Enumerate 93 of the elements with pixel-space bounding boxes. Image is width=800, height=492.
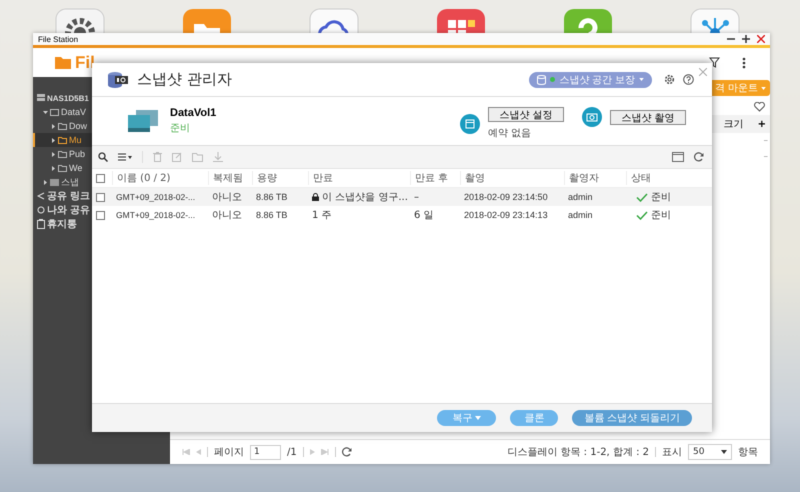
maximize-icon[interactable] bbox=[742, 35, 750, 43]
table-cell-text: 1 주 bbox=[312, 209, 332, 222]
settings-icon[interactable] bbox=[664, 74, 675, 85]
table-row[interactable]: GMT+09_2018-02-... 아니오 8.86 TB 1 주 6 일 2018-02-09 23:14:13 admin 준비 bbox=[92, 206, 712, 224]
database-icon bbox=[537, 74, 546, 84]
window-icon[interactable] bbox=[672, 152, 684, 162]
tree-item[interactable]: 스냅 bbox=[61, 176, 79, 188]
heart-icon[interactable] bbox=[754, 102, 765, 112]
show-label: 표시 bbox=[662, 446, 682, 459]
add-column-button[interactable]: + bbox=[758, 118, 766, 130]
window-title: File Station bbox=[38, 34, 78, 44]
column-header[interactable]: 용량 bbox=[257, 171, 277, 185]
column-header[interactable]: 이름 (0 / 2) bbox=[117, 171, 170, 185]
display-range: 디스플레이 항목 : 1-2, 합계 : 2 bbox=[507, 446, 649, 459]
table-cell: admin bbox=[568, 192, 593, 202]
table-cell: 8.86 TB bbox=[256, 192, 288, 202]
more-icon[interactable] bbox=[742, 56, 746, 68]
dialog-title: 스냅샷 관리자 bbox=[137, 70, 232, 89]
table-cell-text: 아니오 bbox=[212, 209, 242, 222]
tree-item[interactable]: Dow bbox=[69, 121, 88, 131]
sidebar-item[interactable]: 휴지통 bbox=[47, 217, 77, 231]
tree-item[interactable]: Mu bbox=[69, 135, 82, 145]
table-cell-text: 준비 bbox=[651, 191, 671, 204]
column-header[interactable]: 복제됨 bbox=[213, 171, 243, 185]
refresh-icon[interactable] bbox=[694, 152, 704, 162]
table-cell-text: 이 스냅샷을 영구... bbox=[322, 191, 408, 204]
table-cell: – bbox=[764, 152, 768, 162]
tree-item[interactable]: DataV bbox=[61, 107, 86, 117]
trash-icon bbox=[37, 219, 45, 229]
tree-item[interactable]: Pub bbox=[69, 149, 86, 159]
column-label[interactable]: 크기 bbox=[724, 117, 744, 131]
row-checkbox[interactable] bbox=[96, 192, 105, 202]
search-icon[interactable] bbox=[98, 152, 108, 162]
caret-icon bbox=[475, 416, 482, 420]
column-header[interactable]: 촬영자 bbox=[569, 171, 599, 185]
table-row[interactable]: GMT+09_2018-02-... 아니오 8.86 TB 이 스냅샷을 영구... – 2018-02-09 23:14:50 admin 준비 bbox=[92, 188, 712, 206]
caret-icon bbox=[721, 450, 727, 454]
table-cell: 2018-02-09 23:14:50 bbox=[464, 192, 548, 202]
row-checkbox[interactable] bbox=[96, 210, 105, 220]
column-header[interactable]: 촬영 bbox=[465, 171, 485, 185]
check-icon bbox=[636, 210, 648, 220]
server-icon bbox=[37, 94, 45, 102]
list-menu-icon[interactable] bbox=[118, 153, 132, 161]
table-cell: – bbox=[764, 136, 768, 146]
schedule-note: 예약 없음 bbox=[488, 127, 532, 140]
folder-icon bbox=[55, 56, 71, 69]
help-icon[interactable] bbox=[683, 74, 694, 85]
caret-icon bbox=[761, 86, 766, 90]
check-icon bbox=[636, 192, 648, 202]
table-cell-text: 6 일 bbox=[414, 209, 434, 222]
table-cell-text: 준비 bbox=[651, 209, 671, 222]
page-label: 페이지 bbox=[214, 446, 244, 459]
drives-icon bbox=[126, 108, 160, 134]
calendar-icon[interactable] bbox=[460, 114, 480, 134]
caret-icon bbox=[639, 78, 644, 81]
close-icon[interactable] bbox=[757, 35, 765, 43]
caret-icon[interactable] bbox=[51, 138, 56, 142]
share-icon bbox=[37, 192, 45, 200]
column-header[interactable]: 만료 bbox=[313, 171, 333, 185]
page-total: /1 bbox=[287, 446, 297, 458]
table-cell: admin bbox=[568, 210, 593, 220]
select-all-checkbox[interactable] bbox=[96, 174, 105, 182]
camera-icon[interactable] bbox=[582, 107, 602, 127]
table-cell: GMT+09_2018-02-... bbox=[116, 210, 196, 220]
filter-icon[interactable] bbox=[709, 57, 720, 68]
sidebar-item[interactable]: 공유 링크 bbox=[47, 189, 90, 203]
volume-status: 준비 bbox=[170, 122, 191, 135]
caret-icon[interactable] bbox=[51, 152, 56, 156]
table-cell: 2018-02-09 23:14:13 bbox=[464, 210, 548, 220]
caret-icon[interactable] bbox=[51, 166, 56, 170]
page-input[interactable]: 1 bbox=[250, 444, 281, 460]
caret-icon[interactable] bbox=[51, 124, 56, 128]
sidebar-item[interactable]: 나와 공유 bbox=[47, 203, 90, 217]
caret-icon[interactable] bbox=[43, 180, 48, 184]
refresh-icon[interactable] bbox=[342, 447, 352, 457]
column-header[interactable]: 상태 bbox=[631, 171, 651, 185]
snapshot-action-button[interactable]: 스냅샷 설정 bbox=[488, 107, 564, 122]
per-page-select[interactable]: 50 bbox=[688, 444, 732, 460]
table-cell-text: 아니오 bbox=[212, 191, 242, 204]
table-cell: 8.86 TB bbox=[256, 210, 288, 220]
database-icon bbox=[107, 70, 129, 88]
snapshot-icon bbox=[50, 178, 59, 186]
drive-icon bbox=[50, 108, 59, 116]
items-label: 항목 bbox=[738, 446, 758, 459]
shared-icon bbox=[37, 206, 45, 214]
volume-name: DataVol1 bbox=[170, 107, 216, 119]
table-cell: – bbox=[414, 192, 419, 202]
caret-icon[interactable] bbox=[43, 110, 48, 114]
column-header[interactable]: 만료 후 bbox=[415, 171, 448, 185]
table-cell: GMT+09_2018-02-... bbox=[116, 192, 196, 202]
tree-item[interactable]: We bbox=[69, 163, 82, 173]
snapshot-action-button[interactable]: 스냅샷 촬영 bbox=[610, 110, 686, 124]
tree-item[interactable]: NAS1D5B1 bbox=[47, 94, 89, 102]
